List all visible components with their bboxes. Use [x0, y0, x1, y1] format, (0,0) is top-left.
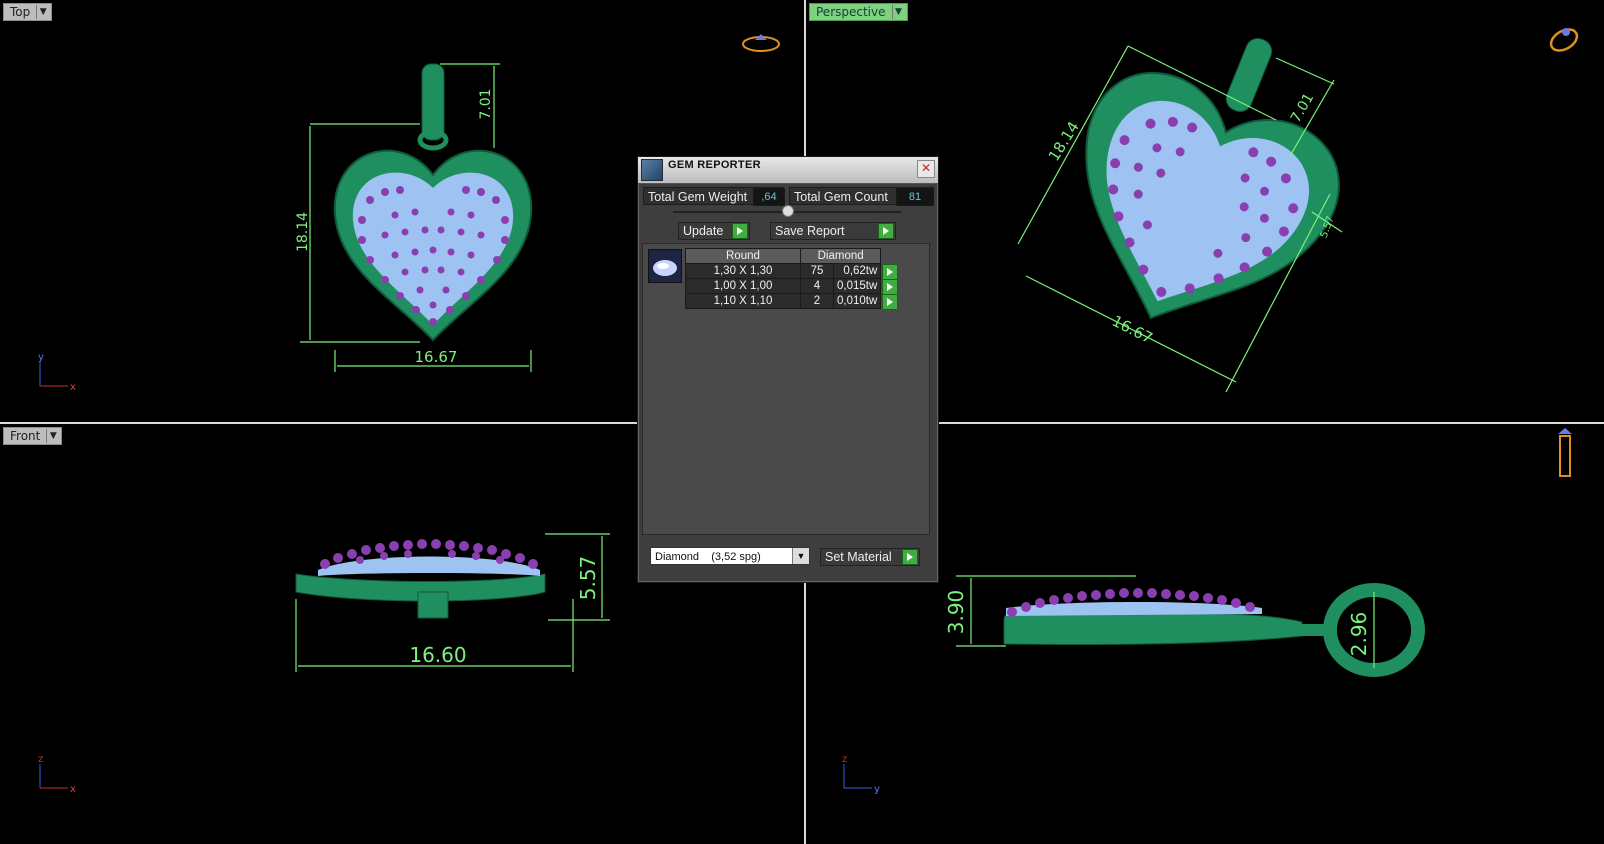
table-row[interactable]: 1,30 X 1,30 75 0,62tw: [685, 263, 899, 280]
save-report-go-icon[interactable]: [878, 223, 894, 239]
front-axis-gizmo: z x: [38, 754, 76, 795]
gem-count: 4: [800, 278, 834, 294]
viewport-label-perspective[interactable]: Perspective ▼: [809, 3, 908, 21]
gem-table-header: Round Diamond: [685, 248, 896, 264]
svg-text:z: z: [842, 754, 847, 765]
ring-icon[interactable]: [742, 34, 780, 52]
gem-size: 1,00 X 1,00: [685, 278, 801, 294]
gem-size: 1,30 X 1,30: [685, 263, 801, 279]
svg-text:z: z: [38, 754, 43, 765]
chevron-down-icon[interactable]: ▼: [36, 5, 49, 19]
gem-size: 1,10 X 1,10: [685, 293, 801, 309]
svg-text:x: x: [70, 382, 76, 393]
gem-count: 2: [800, 293, 834, 309]
front-dim-height: 5.57: [576, 556, 600, 601]
chevron-down-icon[interactable]: ▼: [891, 5, 905, 19]
table-row[interactable]: 1,10 X 1,10 2 0,010tw: [685, 293, 899, 310]
select-row-icon[interactable]: [882, 278, 899, 295]
gem-weight: 0,62tw: [832, 263, 882, 279]
gem-thumbnail-icon[interactable]: [648, 249, 682, 283]
viewport-label-top[interactable]: Top ▼: [3, 3, 53, 21]
heart-pendant-perspective: [1085, 38, 1340, 320]
gem-reporter-dialog: GEM REPORTER ✕ Total Gem Weight ,64 Tota…: [637, 156, 939, 583]
heart-pendant-top: [333, 63, 533, 342]
close-icon: ✕: [920, 161, 932, 175]
chevron-down-icon[interactable]: ▼: [792, 548, 809, 564]
set-material-go-icon[interactable]: [902, 549, 918, 565]
top-dim-bail: 7.01: [478, 88, 494, 119]
top-axis-gizmo: y x: [38, 352, 76, 393]
chevron-down-icon[interactable]: ▼: [46, 429, 59, 443]
material-select[interactable]: Diamond (3,52 spg) ▼: [650, 547, 810, 565]
dialog-titlebar[interactable]: GEM REPORTER ✕: [638, 157, 938, 184]
perspective-dim-width: 16.67: [1109, 312, 1155, 348]
gem-reporter-icon: [641, 159, 663, 181]
side-dim-bail: 2.96: [1347, 612, 1371, 657]
side-dim-height: 3.90: [944, 590, 968, 635]
top-dim-height: 18.14: [295, 212, 311, 252]
ring-side-icon[interactable]: [1558, 428, 1572, 477]
select-row-icon[interactable]: [882, 293, 899, 310]
gem-weight: 0,015tw: [832, 278, 882, 294]
table-row[interactable]: 1,00 X 1,00 4 0,015tw: [685, 278, 899, 295]
close-button[interactable]: ✕: [917, 160, 935, 178]
header-shape: Round: [685, 248, 801, 264]
side-axis-gizmo: z y: [842, 754, 880, 795]
ring-perspective-icon[interactable]: [1547, 25, 1580, 55]
viewport-label-front[interactable]: Front ▼: [3, 427, 63, 445]
svg-text:y: y: [38, 352, 44, 363]
dialog-title: GEM REPORTER: [668, 159, 761, 171]
perspective-dim-bail: 7.01: [1288, 91, 1317, 126]
svg-text:x: x: [70, 784, 76, 795]
total-gem-count-value: 81: [896, 188, 934, 206]
heart-pendant-front: [295, 539, 546, 619]
gem-count: 75: [800, 263, 834, 279]
perspective-dim-height: 18.14: [1045, 118, 1083, 164]
update-go-icon[interactable]: [732, 223, 748, 239]
gem-weight: 0,010tw: [832, 293, 882, 309]
front-dim-width: 16.60: [409, 643, 466, 667]
header-material: Diamond: [799, 248, 882, 264]
top-dim-width: 16.67: [415, 348, 458, 366]
total-gem-weight-value: ,64: [753, 188, 785, 206]
select-row-icon[interactable]: [882, 263, 899, 280]
splitter-handle[interactable]: [782, 205, 794, 217]
gem-table: Round Diamond 1,30 X 1,30 75 0,62tw 1,00…: [685, 248, 899, 310]
svg-text:y: y: [874, 784, 880, 795]
